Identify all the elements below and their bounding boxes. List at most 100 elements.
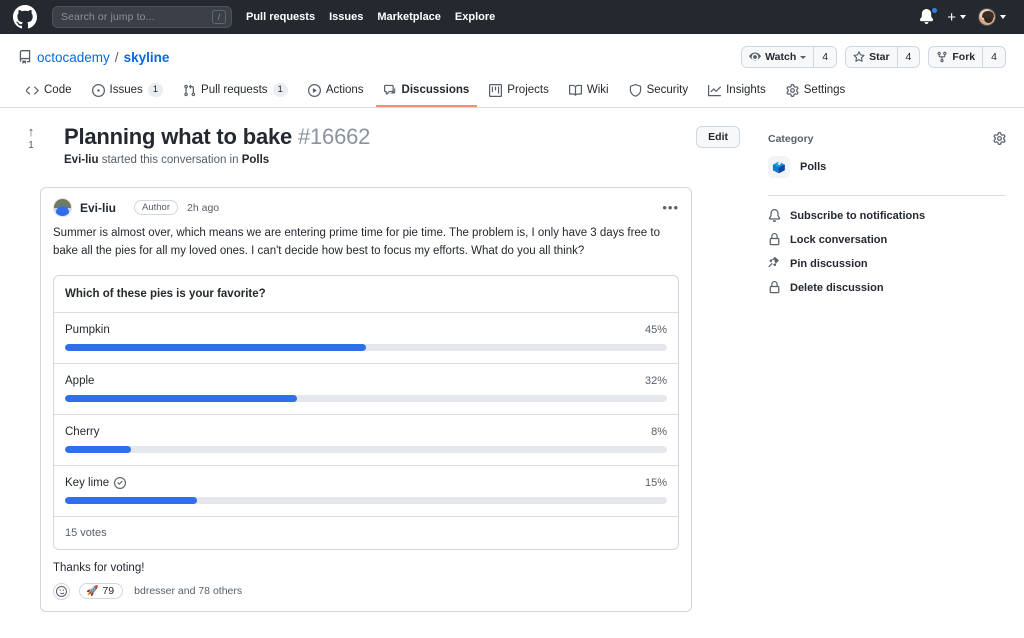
upvote-button[interactable]: ↑ 1 [18,124,44,151]
reaction-count: 79 [102,585,114,597]
sidebar-item-subscribe[interactable]: Subscribe to notifications [768,209,1006,222]
tab-code-label: Code [44,84,72,96]
nav-marketplace[interactable]: Marketplace [377,11,441,23]
sidebar-item-label: Subscribe to notifications [790,210,925,222]
breadcrumb-repo[interactable]: skyline [124,50,170,65]
poll-bar-fill [65,344,366,351]
tab-insights[interactable]: Insights [700,78,774,107]
breadcrumb: octocademy / skyline [18,50,169,65]
poll-option-percent: 15% [645,477,667,489]
poll-option-label: Pumpkin [65,324,110,336]
poll-bar-track [65,344,667,351]
comment-header: Evi-liu Author 2h ago ••• [41,188,691,219]
tab-code[interactable]: Code [18,78,80,107]
poll-bar-track [65,395,667,402]
main-column: ↑ 1 Planning what to bake #16662 Evi-liu… [18,124,740,612]
sidebar-divider [768,195,1006,196]
tab-security[interactable]: Security [621,78,697,107]
nav-pull-requests[interactable]: Pull requests [246,11,315,23]
tab-discussions[interactable]: Discussions [376,78,478,107]
discussion-title-text: Planning what to bake [64,124,292,149]
poll-option-label: Cherry [65,426,100,438]
tab-projects-label: Projects [507,84,549,96]
tab-issues-badge: 1 [148,83,163,97]
poll-option-header: Apple 32% [65,375,667,387]
gear-icon [786,84,799,97]
create-new-button[interactable]: + [947,9,966,26]
avatar-icon [978,8,996,26]
repo-top-row: octocademy / skyline Watch 4 Star 4 [18,46,1006,68]
sidebar-item-delete[interactable]: Delete discussion [768,281,1006,294]
discussion-author: Evi-liu [64,154,99,166]
tab-settings[interactable]: Settings [778,78,854,107]
poll-option-header: Cherry 8% [65,426,667,438]
pin-icon [768,257,781,270]
poll-option[interactable]: Key lime 15% [54,466,678,517]
tab-insights-label: Insights [726,84,766,96]
check-circle-icon [114,477,126,489]
comment-card: Evi-liu Author 2h ago ••• Summer is almo… [40,187,692,612]
repo-icon [18,50,32,64]
project-icon [489,84,502,97]
tab-security-label: Security [647,84,689,96]
avatar[interactable] [53,198,72,217]
star-label: Star [869,51,889,63]
plus-icon: + [947,9,956,26]
search-input[interactable]: Search or jump to... / [52,6,232,28]
sidebar-category-name: Polls [800,161,826,173]
notification-badge-dot [931,7,938,14]
poll-option-percent: 32% [645,375,667,387]
gear-icon[interactable] [993,132,1006,145]
poll-option[interactable]: Apple 32% [54,364,678,415]
account-menu[interactable] [978,8,1006,26]
fork-button-group[interactable]: Fork 4 [928,46,1006,68]
watch-button-group[interactable]: Watch 4 [741,46,837,68]
reaction-summary: bdresser and 78 others [134,585,242,597]
smiley-icon[interactable] [53,583,70,600]
sidebar-category-heading: Category [768,133,814,145]
page-title: Planning what to bake #16662 [64,124,696,150]
edit-button[interactable]: Edit [696,126,740,148]
tab-projects[interactable]: Projects [481,78,557,107]
fork-count[interactable]: 4 [982,47,1005,67]
nav-issues[interactable]: Issues [329,11,363,23]
sidebar-item-lock[interactable]: Lock conversation [768,233,1006,246]
reaction-pill-rocket[interactable]: 🚀 79 [79,583,123,599]
github-mark-icon[interactable] [12,4,38,30]
sidebar-item-pin[interactable]: Pin discussion [768,257,1006,270]
comment-discussion-icon [384,84,397,97]
tab-pull-requests[interactable]: Pull requests 1 [175,78,296,107]
poll-bar-track [65,446,667,453]
sidebar-category-header: Category [768,132,1006,145]
tab-issues[interactable]: Issues 1 [84,78,172,107]
poll-option-percent: 45% [645,324,667,336]
search-placeholder: Search or jump to... [61,11,155,23]
fork-button[interactable]: Fork [929,47,982,67]
play-icon [308,84,321,97]
poll-option-header: Pumpkin 45% [65,324,667,336]
tab-settings-label: Settings [804,84,846,96]
poll-option-label: Key lime [65,477,109,489]
star-icon [853,51,865,63]
bell-icon[interactable] [919,9,935,25]
star-button[interactable]: Star [846,47,896,67]
breadcrumb-owner[interactable]: octocademy [37,50,110,65]
poll-option[interactable]: Cherry 8% [54,415,678,466]
star-count[interactable]: 4 [897,47,920,67]
nav-explore[interactable]: Explore [455,11,495,23]
repo-tabs: Code Issues 1 Pull requests 1 Actions Di… [18,78,1006,107]
watch-label: Watch [765,51,796,63]
tab-wiki[interactable]: Wiki [561,78,617,107]
star-button-group[interactable]: Star 4 [845,46,920,68]
breadcrumb-separator: / [115,50,119,65]
discussion-category: Polls [242,154,269,166]
comment-author[interactable]: Evi-liu [80,201,116,215]
watch-count[interactable]: 4 [813,47,836,67]
poll-option[interactable]: Pumpkin 45% [54,313,678,364]
tab-actions[interactable]: Actions [300,78,372,107]
content-wrapper: ↑ 1 Planning what to bake #16662 Evi-liu… [18,124,1006,612]
git-pull-request-icon [183,84,196,97]
watch-button[interactable]: Watch [742,47,813,67]
kebab-horizontal-icon[interactable]: ••• [662,203,679,213]
sidebar-category-item[interactable]: 🗳️ Polls [768,156,1006,178]
